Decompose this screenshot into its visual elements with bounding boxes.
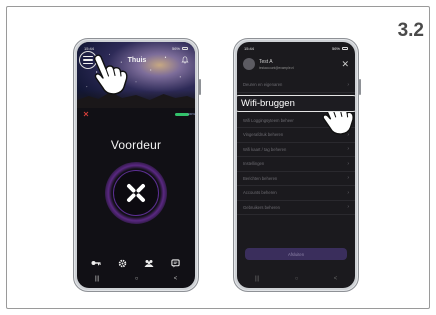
drawer-header: Test A testaccount@example.nl ✕ bbox=[237, 54, 355, 74]
battery-percent: 56% bbox=[171, 45, 180, 51]
chat-icon[interactable] bbox=[171, 258, 181, 268]
home-button[interactable]: ○ bbox=[295, 276, 299, 282]
back-button[interactable]: < bbox=[174, 276, 178, 282]
user-name: Test A bbox=[259, 58, 273, 65]
key-icon[interactable] bbox=[91, 258, 101, 268]
system-nav: ||| ○ < bbox=[77, 274, 195, 284]
chevron-right-icon: › bbox=[347, 160, 349, 167]
phone-right: 15:44 56% Test A testaccount@example.nl … bbox=[233, 38, 361, 292]
status-bar: 15:44 56% bbox=[237, 42, 355, 54]
side-button bbox=[199, 79, 201, 95]
menu-item-settings[interactable]: Instellingen › bbox=[237, 157, 355, 172]
no-signal-icon bbox=[83, 111, 89, 117]
chevron-right-icon: › bbox=[347, 81, 349, 88]
chevron-right-icon: › bbox=[347, 189, 349, 196]
phone-right-screen: 15:44 56% Test A testaccount@example.nl … bbox=[237, 42, 355, 288]
menu-item-messages[interactable]: Berichten beheren › bbox=[237, 172, 355, 186]
menu-item-wifi-bridges[interactable]: Wifi-bruggen bbox=[237, 94, 355, 112]
system-nav: ||| ○ < bbox=[237, 274, 355, 284]
battery-percent: 56% bbox=[331, 45, 340, 51]
status-time: 15:44 bbox=[244, 45, 255, 51]
close-icon[interactable]: ✕ bbox=[341, 59, 349, 69]
door-name: Voordeur bbox=[110, 138, 162, 152]
user-block: Test A testaccount@example.nl bbox=[259, 59, 337, 70]
status-icons: 56% bbox=[332, 46, 348, 51]
user-email: testaccount@example.nl bbox=[259, 65, 294, 70]
unlock-button[interactable] bbox=[105, 162, 167, 224]
people-icon[interactable] bbox=[144, 258, 154, 268]
recents-button[interactable]: ||| bbox=[255, 276, 260, 282]
lock-status-row: 100% bbox=[83, 110, 195, 118]
drawer-menu: Deuren en eigenaren › Wifi-bruggen Wifi L… bbox=[237, 78, 355, 215]
home-button[interactable]: ○ bbox=[135, 276, 139, 282]
pointing-hand-icon bbox=[93, 54, 128, 95]
status-icons: 56% bbox=[172, 46, 188, 51]
chevron-right-icon: › bbox=[347, 146, 349, 153]
chevron-right-icon: › bbox=[347, 175, 349, 182]
menu-item-users[interactable]: Gebruikers beheren › bbox=[237, 201, 355, 215]
bottom-nav bbox=[77, 256, 195, 270]
battery-icon bbox=[342, 46, 348, 50]
menu-item-doors[interactable]: Deuren en eigenaren › bbox=[237, 78, 355, 93]
side-button bbox=[359, 79, 361, 95]
back-button[interactable]: < bbox=[334, 276, 338, 282]
battery-icon bbox=[182, 46, 188, 50]
recents-button[interactable]: ||| bbox=[95, 276, 100, 282]
step-number: 3.2 bbox=[397, 20, 424, 41]
unlock-button-inner[interactable] bbox=[113, 170, 159, 216]
avatar[interactable] bbox=[243, 58, 255, 70]
gear-icon[interactable] bbox=[118, 258, 128, 268]
chevron-right-icon: › bbox=[347, 204, 349, 211]
lock-logo-icon bbox=[127, 184, 145, 202]
bell-icon[interactable] bbox=[181, 56, 189, 64]
status-time: 15:44 bbox=[84, 45, 95, 51]
logout-button[interactable]: Afsluiten bbox=[245, 248, 347, 260]
instruction-frame bbox=[6, 6, 430, 309]
menu-item-cards[interactable]: Wifi kaart / tag beheren › bbox=[237, 143, 355, 157]
lock-battery-label: 100% bbox=[187, 111, 195, 116]
menu-item-accounts[interactable]: Accounts beheren › bbox=[237, 186, 355, 201]
